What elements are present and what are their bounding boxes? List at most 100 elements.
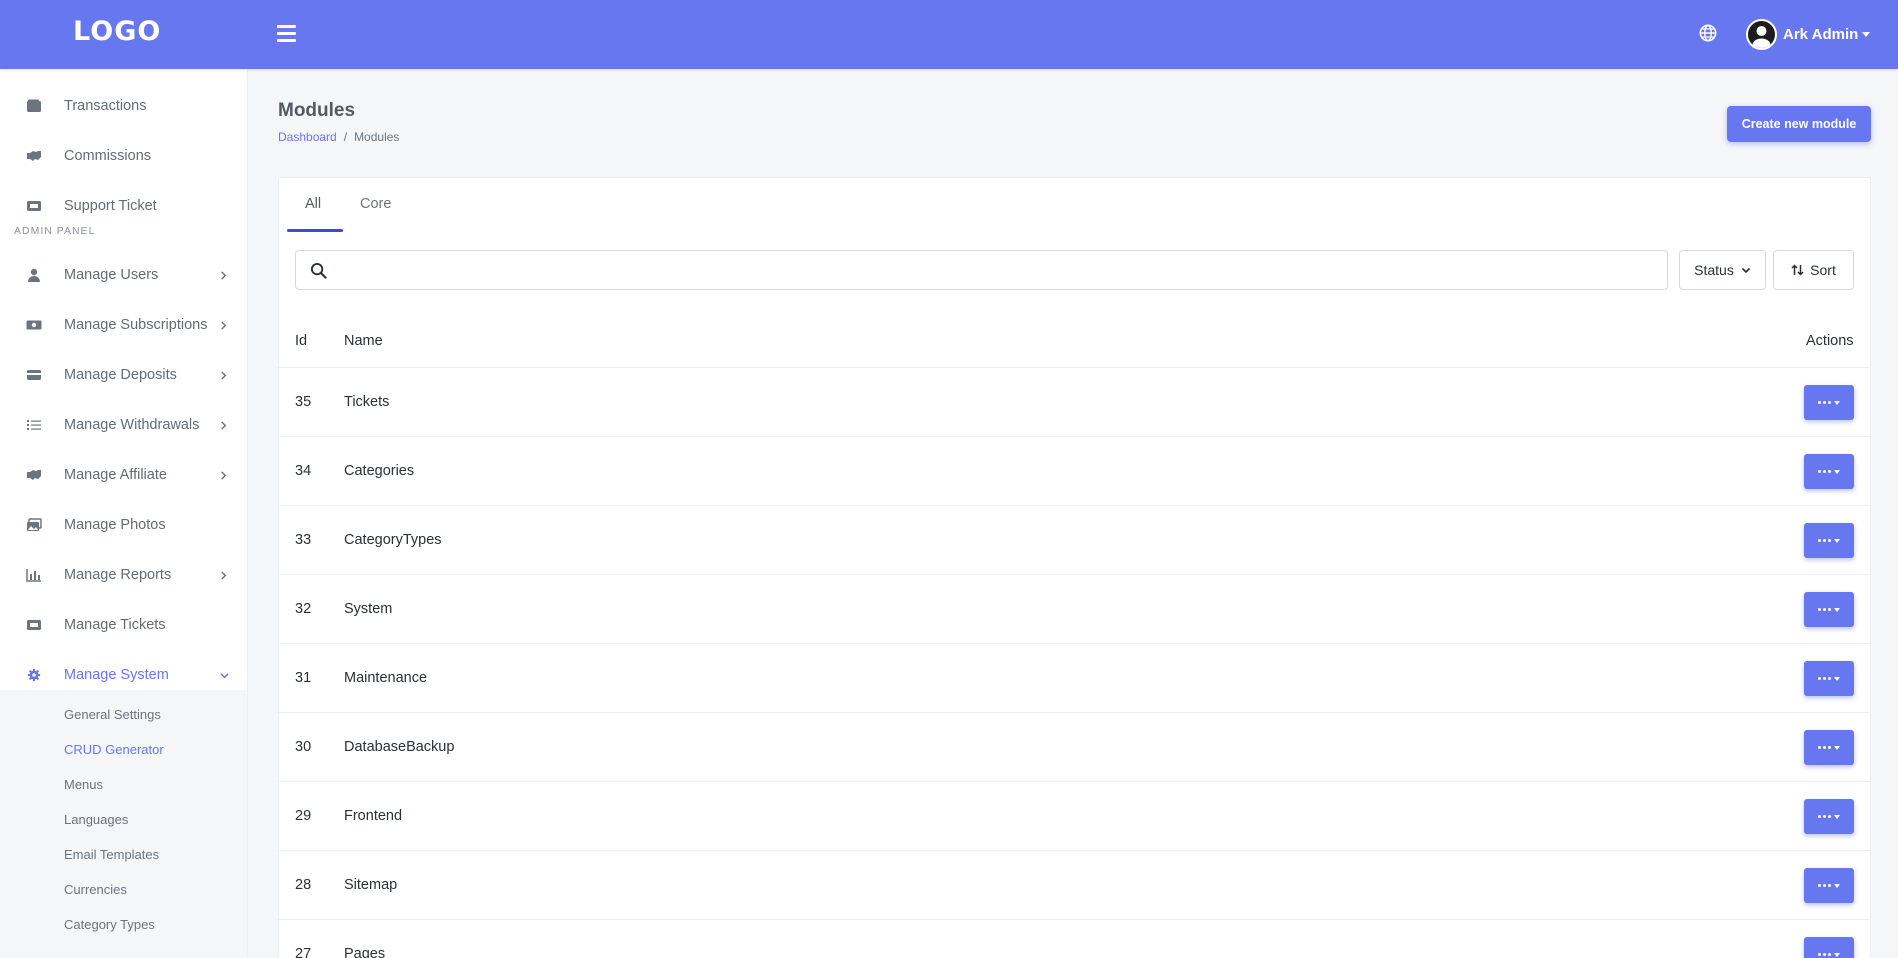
- user-silhouette-icon: [1752, 26, 1771, 48]
- subnav-item-crud-generator[interactable]: CRUD Generator: [64, 742, 164, 757]
- tab-all[interactable]: All: [305, 196, 321, 212]
- cell-id: 27: [295, 946, 312, 958]
- subnav-item-category-types[interactable]: Category Types: [64, 917, 155, 932]
- chevron-right-icon: [221, 270, 227, 280]
- row-actions-button[interactable]: [1804, 661, 1854, 696]
- sidebar-item-support-ticket[interactable]: Support Ticket: [0, 186, 247, 226]
- logo[interactable]: LOGO: [73, 16, 161, 47]
- row-actions-button[interactable]: [1804, 730, 1854, 765]
- column-header-id: Id: [295, 333, 308, 349]
- submenu-manage-system: General Settings CRUD Generator Menus La…: [0, 690, 247, 958]
- row-actions-button[interactable]: [1804, 523, 1854, 558]
- hamburger-menu-icon[interactable]: [277, 25, 296, 42]
- chevron-right-icon: [221, 570, 227, 580]
- cell-name: Categories: [344, 463, 415, 479]
- row-actions-button[interactable]: [1804, 868, 1854, 903]
- page-title: Modules: [278, 100, 356, 121]
- user-name: Ark Admin: [1783, 26, 1859, 43]
- table-row: 30 DatabaseBackup: [279, 712, 1870, 781]
- cell-name: System: [344, 601, 393, 617]
- row-actions-button[interactable]: [1804, 385, 1854, 420]
- cell-name: Tickets: [344, 394, 390, 410]
- more-dots-icon: [1818, 815, 1831, 818]
- cell-name: Maintenance: [344, 670, 428, 686]
- breadcrumb-separator: /: [343, 130, 348, 144]
- row-actions-button[interactable]: [1804, 799, 1854, 834]
- caret-down-icon: [1834, 607, 1840, 612]
- table-row: 28 Sitemap: [279, 850, 1870, 919]
- caret-down-icon: [1834, 952, 1840, 957]
- breadcrumb-link-dashboard[interactable]: Dashboard: [278, 130, 337, 144]
- chevron-right-icon: [221, 370, 227, 380]
- cell-id: 31: [295, 670, 312, 686]
- search-icon: [310, 262, 327, 279]
- breadcrumb-current: Modules: [354, 130, 400, 144]
- sidebar-item-manage-withdrawals[interactable]: Manage Withdrawals: [0, 405, 247, 445]
- chevron-right-icon: [221, 420, 227, 430]
- row-actions-button[interactable]: [1804, 937, 1854, 958]
- tab-core[interactable]: Core: [360, 196, 391, 212]
- more-dots-icon: [1818, 401, 1831, 404]
- more-dots-icon: [1818, 953, 1831, 956]
- table-row: 34 Categories: [279, 436, 1870, 505]
- cell-name: DatabaseBackup: [344, 739, 455, 755]
- search-input[interactable]: [340, 259, 1650, 281]
- sidebar-item-manage-deposits[interactable]: Manage Deposits: [0, 355, 247, 395]
- create-new-module-button[interactable]: Create new module: [1727, 106, 1871, 142]
- user-menu[interactable]: Ark Admin: [1746, 19, 1871, 50]
- sidebar-item-manage-system[interactable]: Manage System: [0, 655, 247, 695]
- search-box[interactable]: [295, 250, 1668, 290]
- list-icon: [27, 420, 41, 430]
- caret-down-icon: [1834, 745, 1840, 750]
- subnav-item-general-settings[interactable]: General Settings: [64, 707, 161, 722]
- sidebar-item-commissions[interactable]: Commissions: [0, 136, 247, 176]
- status-filter-dropdown[interactable]: Status: [1679, 250, 1766, 290]
- row-actions-button[interactable]: [1804, 592, 1854, 627]
- breadcrumb: Dashboard / Modules: [278, 130, 399, 144]
- user-icon: [28, 268, 40, 282]
- sort-label: Sort: [1810, 262, 1836, 278]
- sidebar-item-label: Support Ticket: [64, 198, 157, 214]
- table-row: 35 Tickets: [279, 367, 1870, 436]
- cell-name: Sitemap: [344, 877, 398, 893]
- sidebar-item-manage-photos[interactable]: Manage Photos: [0, 505, 247, 545]
- sidebar-item-manage-subscriptions[interactable]: Manage Subscriptions: [0, 305, 247, 345]
- sort-button[interactable]: Sort: [1773, 250, 1854, 290]
- subnav-item-email-templates[interactable]: Email Templates: [64, 847, 159, 862]
- more-dots-icon: [1818, 608, 1831, 611]
- avatar: [1746, 19, 1777, 50]
- subnav-item-currencies[interactable]: Currencies: [64, 882, 127, 897]
- row-actions-button[interactable]: [1804, 454, 1854, 489]
- section-heading-admin-panel: ADMIN PANEL: [14, 225, 96, 237]
- chart-icon: [26, 569, 41, 582]
- sidebar-item-label: Manage Photos: [64, 517, 166, 533]
- chevron-down-icon: [1741, 267, 1750, 274]
- gear-icon: [27, 668, 41, 682]
- more-dots-icon: [1818, 746, 1831, 749]
- caret-down-icon: [1834, 400, 1840, 405]
- table-row: 29 Frontend: [279, 781, 1870, 850]
- cell-id: 34: [295, 463, 312, 479]
- sidebar: Transactions Commissions Support Ticket …: [0, 69, 248, 958]
- sidebar-item-label: Manage Users: [64, 267, 159, 283]
- caret-down-icon: [1834, 538, 1840, 543]
- money-icon: [26, 320, 42, 330]
- sidebar-item-manage-reports[interactable]: Manage Reports: [0, 555, 247, 595]
- table-row: 27 Pages: [279, 919, 1870, 958]
- sidebar-item-manage-users[interactable]: Manage Users: [0, 255, 247, 295]
- wallet-icon: [27, 99, 41, 112]
- sidebar-item-manage-affiliate[interactable]: Manage Affiliate: [0, 455, 247, 495]
- table-row: 32 System: [279, 574, 1870, 643]
- sidebar-item-label: Manage Subscriptions: [64, 317, 208, 333]
- globe-icon[interactable]: [1699, 24, 1717, 42]
- caret-down-icon: [1834, 469, 1840, 474]
- cell-id: 29: [295, 808, 312, 824]
- sidebar-item-manage-tickets[interactable]: Manage Tickets: [0, 605, 247, 645]
- images-icon: [27, 518, 42, 531]
- table-row: 31 Maintenance: [279, 643, 1870, 712]
- sidebar-item-transactions[interactable]: Transactions: [0, 86, 247, 126]
- chevron-down-icon: [220, 672, 229, 678]
- subnav-item-menus[interactable]: Menus: [64, 777, 103, 792]
- sidebar-item-label: Manage Deposits: [64, 367, 177, 383]
- subnav-item-languages[interactable]: Languages: [64, 812, 128, 827]
